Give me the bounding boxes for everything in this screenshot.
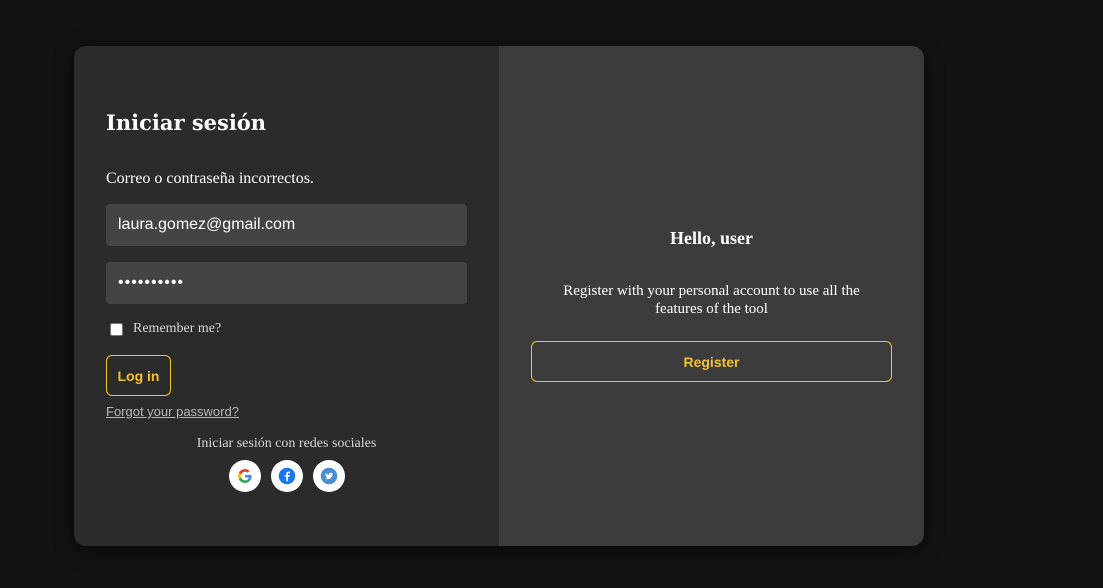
email-field[interactable] <box>106 204 467 246</box>
password-field[interactable] <box>106 262 467 304</box>
social-login-label: Iniciar sesión con redes sociales <box>196 436 377 451</box>
greeting-heading: Hello, user <box>670 228 753 248</box>
remember-me: Remember me? <box>110 321 221 337</box>
remember-me-label: Remember me? <box>133 321 222 336</box>
login-title: Iniciar sesión <box>106 110 267 135</box>
error-message: Correo o contraseña incorrectos. <box>106 170 314 187</box>
google-login-button[interactable] <box>228 460 261 492</box>
forgot-password-link[interactable]: Forgot your password? <box>106 404 239 419</box>
social-login-buttons <box>74 460 499 492</box>
remember-me-checkbox[interactable] <box>110 322 123 336</box>
facebook-login-button[interactable] <box>270 460 303 492</box>
login-panel: Iniciar sesión Correo o contraseña incor… <box>74 46 499 546</box>
google-icon <box>237 469 252 483</box>
twitter-icon <box>320 467 337 485</box>
facebook-icon <box>278 467 295 485</box>
twitter-login-button[interactable] <box>312 460 345 492</box>
register-panel: Hello, user Register with your personal … <box>499 46 924 546</box>
auth-card: Iniciar sesión Correo o contraseña incor… <box>74 46 924 546</box>
register-description: Register with your personal account to u… <box>563 283 860 317</box>
register-button[interactable]: Register <box>531 341 892 382</box>
login-button[interactable]: Log in <box>106 355 171 396</box>
